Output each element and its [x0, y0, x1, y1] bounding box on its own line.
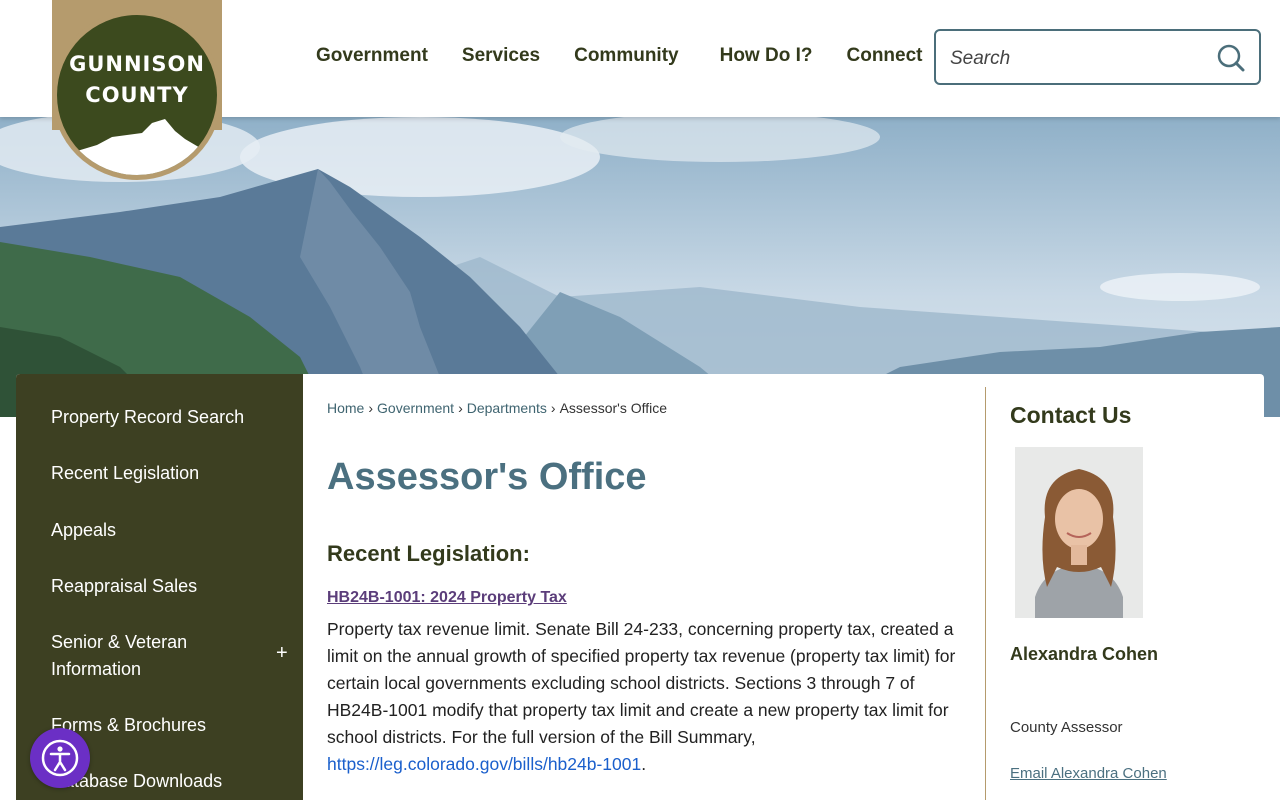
contact-photo — [1015, 447, 1143, 618]
logo-line-1: GUNNISON — [69, 52, 205, 76]
contact-title: Contact Us — [1010, 402, 1132, 428]
sidebar-item-recent-legislation[interactable]: Recent Legislation — [51, 460, 271, 487]
sidebar-item-reappraisal-sales[interactable]: Reappraisal Sales — [51, 573, 271, 600]
nav-how-do-i[interactable]: How Do I? — [720, 45, 813, 67]
sidebar-item-appeals[interactable]: Appeals — [51, 517, 271, 544]
breadcrumb-government[interactable]: Government — [377, 400, 454, 416]
bill-summary-link[interactable]: https://leg.colorado.gov/bills/hb24b-100… — [327, 754, 641, 774]
legislation-description: Property tax revenue limit. Senate Bill … — [327, 616, 967, 778]
column-divider — [985, 387, 986, 800]
sidebar-item-property-record-search[interactable]: Property Record Search — [51, 404, 271, 431]
section-heading: Recent Legislation: — [327, 541, 530, 566]
logo-text: GUNNISON COUNTY — [57, 49, 217, 111]
search-input[interactable] — [948, 43, 1202, 75]
search-box — [934, 29, 1261, 85]
breadcrumb-separator: › — [458, 400, 463, 416]
body-end-punctuation: . — [641, 754, 647, 774]
logo-emblem: GUNNISON COUNTY — [57, 15, 217, 175]
breadcrumb-departments[interactable]: Departments — [467, 400, 547, 416]
page-title: Assessor's Office — [327, 456, 647, 498]
breadcrumb: Home › Government › Departments › Assessor's O… — [327, 400, 667, 416]
person-portrait-image — [1015, 447, 1143, 618]
breadcrumb-separator: › — [368, 400, 374, 416]
nav-services[interactable]: Services — [462, 45, 540, 67]
county-logo[interactable]: GUNNISON COUNTY — [52, 10, 222, 180]
contact-name: Alexandra Cohen — [1010, 644, 1159, 664]
mountain-logo-icon — [57, 119, 217, 175]
nav-community[interactable]: Community — [574, 45, 679, 67]
nav-connect[interactable]: Connect — [847, 45, 923, 67]
content-card: Property Record Search Recent Legislatio… — [16, 374, 1264, 800]
breadcrumb-home[interactable]: Home — [327, 400, 364, 416]
accessibility-icon — [41, 739, 79, 777]
expand-plus-icon[interactable]: + — [276, 642, 288, 665]
nav-government[interactable]: Government — [316, 45, 428, 67]
sidebar-item-senior-veteran[interactable]: Senior & Veteran Information — [51, 629, 241, 683]
legislation-body-text: Property tax revenue limit. Senate Bill … — [327, 619, 956, 747]
logo-line-2: COUNTY — [85, 83, 189, 107]
legislation-item-link[interactable]: HB24B-1001: 2024 Property Tax — [327, 589, 567, 607]
breadcrumb-separator: › — [550, 400, 556, 416]
main-nav: Government Services Community How Do I? … — [316, 45, 957, 67]
breadcrumb-current: Assessor's Office — [559, 400, 668, 416]
search-icon[interactable] — [1217, 44, 1245, 72]
contact-email-link[interactable]: Email Alexandra Cohen — [1010, 765, 1167, 782]
accessibility-button[interactable] — [30, 728, 90, 788]
contact-role: County Assessor — [1010, 719, 1123, 736]
